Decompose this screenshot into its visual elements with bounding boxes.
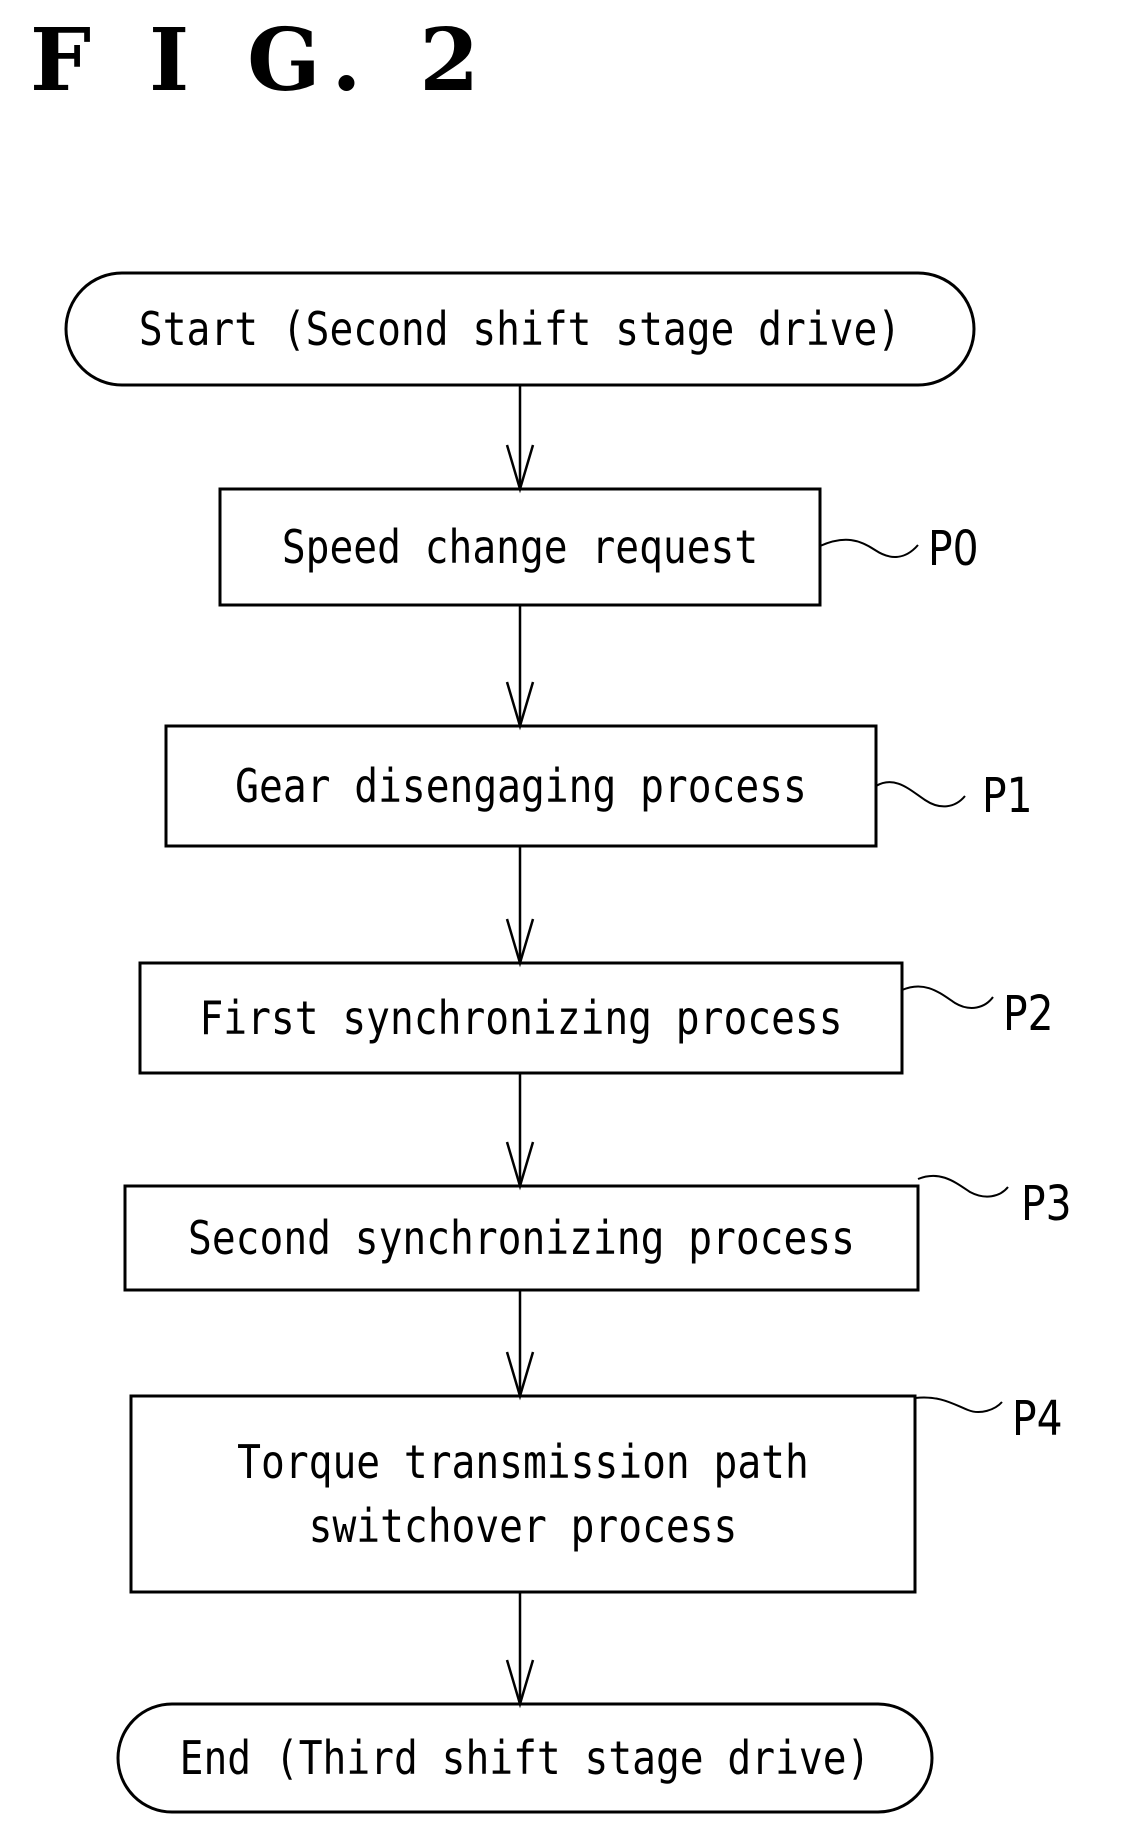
process-text-p0: Speed change request — [281, 520, 759, 574]
leader-line-p2 — [901, 985, 994, 1009]
arrow-p0-to-p1 — [505, 605, 535, 731]
leader-line-p4 — [914, 1396, 1003, 1413]
arrow-p4-to-end — [505, 1592, 535, 1709]
arrow-p1-to-p2 — [505, 846, 535, 968]
arrow-p2-to-p3 — [505, 1073, 535, 1191]
process-text-p3: Second synchronizing process — [188, 1211, 855, 1265]
leader-line-p3 — [917, 1174, 1009, 1198]
process-text-p4: Torque transmission path switchover proc… — [237, 1435, 809, 1553]
end-terminal-text: End (Third shift stage drive) — [179, 1731, 871, 1785]
arrow-p3-to-p4 — [505, 1290, 535, 1401]
leader-line-p0 — [819, 538, 919, 558]
process-text-p1: Gear disengaging process — [235, 759, 807, 813]
ref-label-p2: P2 — [1003, 986, 1054, 1042]
ref-label-p0: P0 — [928, 521, 979, 577]
ref-label-p1: P1 — [982, 768, 1033, 824]
ref-label-p4: P4 — [1012, 1391, 1063, 1447]
start-terminal-text: Start (Second shift stage drive) — [138, 302, 902, 356]
arrow-start-to-p0 — [505, 385, 535, 494]
ref-label-p3: P3 — [1021, 1176, 1072, 1232]
process-text-p2: First synchronizing process — [199, 991, 843, 1045]
leader-line-p1 — [875, 781, 966, 808]
